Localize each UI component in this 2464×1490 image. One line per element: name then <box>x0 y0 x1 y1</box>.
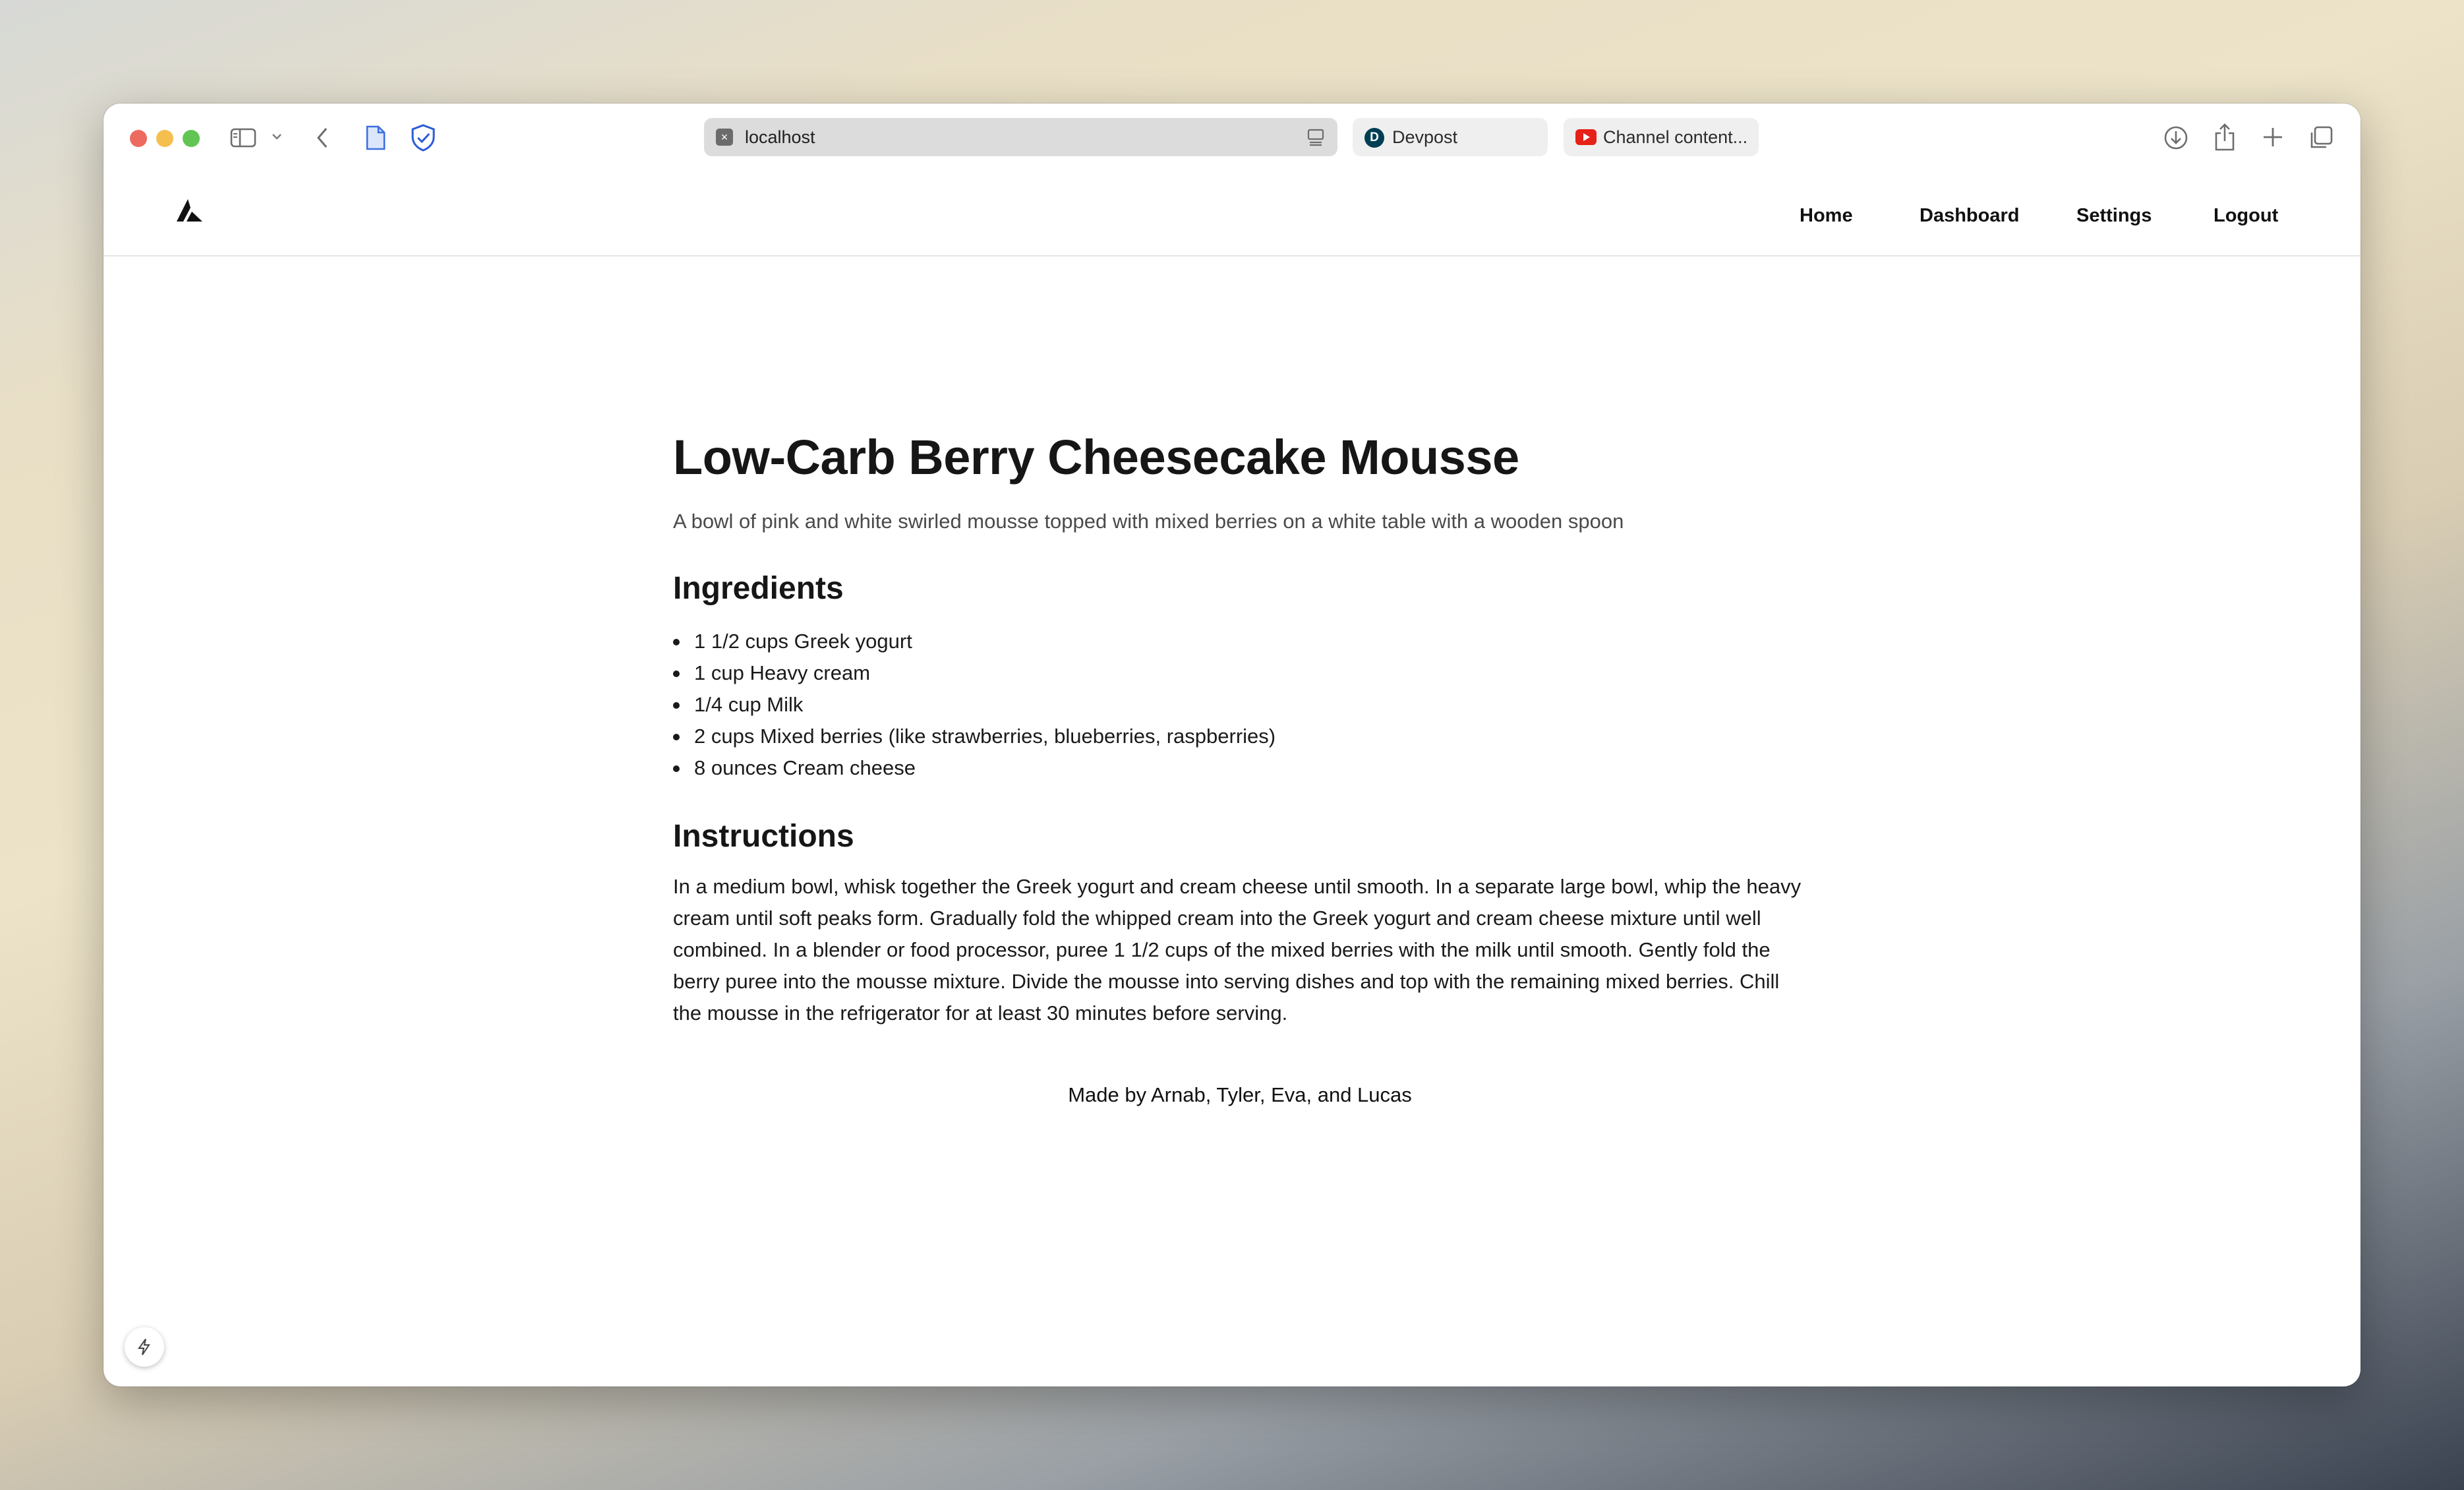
ingredient-text: 1/4 cup Milk <box>694 693 804 716</box>
bullet-icon <box>673 765 680 772</box>
ingredient-text: 1 1/2 cups Greek yogurt <box>694 630 912 653</box>
localhost-favicon-icon: × <box>716 129 733 146</box>
ingredients-heading: Ingredients <box>673 571 844 606</box>
privacy-shield-icon[interactable] <box>409 123 437 152</box>
nav-dashboard-link[interactable]: Dashboard <box>1920 205 2019 227</box>
maximize-window-button[interactable] <box>183 130 200 147</box>
tab-localhost[interactable]: × localhost <box>704 118 1337 156</box>
ingredient-item: 1/4 cup Milk <box>673 689 1276 721</box>
recipe-title: Low-Carb Berry Cheesecake Mousse <box>673 430 1519 485</box>
back-arrow-icon[interactable] <box>313 125 332 151</box>
youtube-favicon-icon <box>1575 129 1597 145</box>
tab-overview-icon[interactable] <box>2308 125 2334 151</box>
footer-credit: Made by Arnab, Tyler, Eva, and Lucas <box>1068 1083 1412 1106</box>
reader-mode-icon[interactable] <box>1306 127 1326 150</box>
browser-window: × localhost D Devpost Channel content... <box>103 104 2361 1386</box>
page-document-icon[interactable] <box>365 125 387 151</box>
sidebar-toggle-icon[interactable] <box>230 127 256 148</box>
ingredient-text: 2 cups Mixed berries (like strawberries,… <box>694 725 1276 748</box>
lightning-bolt-icon[interactable] <box>125 1327 164 1367</box>
chevron-down-icon[interactable] <box>270 131 284 142</box>
bullet-icon <box>673 702 680 709</box>
ingredient-item: 2 cups Mixed berries (like strawberries,… <box>673 721 1276 752</box>
minimize-window-button[interactable] <box>156 130 173 147</box>
site-navbar: Home Dashboard Settings Logout <box>103 173 2361 256</box>
instructions-heading: Instructions <box>673 819 854 854</box>
ingredient-item: 1 cup Heavy cream <box>673 657 1276 689</box>
ingredient-item: 1 1/2 cups Greek yogurt <box>673 626 1276 657</box>
browser-toolbar: × localhost D Devpost Channel content... <box>103 104 2361 173</box>
ingredients-list: 1 1/2 cups Greek yogurt 1 cup Heavy crea… <box>673 626 1276 784</box>
new-tab-plus-icon[interactable] <box>2260 125 2285 150</box>
bullet-icon <box>673 734 680 740</box>
share-icon[interactable] <box>2213 122 2237 152</box>
close-window-button[interactable] <box>130 130 147 147</box>
tab-channel-label: Channel content... <box>1603 127 1748 147</box>
tab-localhost-label: localhost <box>745 127 815 147</box>
ingredient-text: 8 ounces Cream cheese <box>694 756 916 779</box>
ingredient-item: 8 ounces Cream cheese <box>673 752 1276 784</box>
nav-settings-link[interactable]: Settings <box>2076 205 2152 227</box>
downloads-icon[interactable] <box>2163 125 2189 151</box>
nav-logout-link[interactable]: Logout <box>2214 205 2278 227</box>
tab-devpost[interactable]: D Devpost <box>1353 118 1548 156</box>
triangle-logo-icon[interactable] <box>175 197 204 227</box>
instructions-text: In a medium bowl, whisk together the Gre… <box>673 875 1802 1025</box>
recipe-image-alt-text: A bowl of pink and white swirled mousse … <box>673 510 1624 533</box>
tab-channel-content[interactable]: Channel content... <box>1564 118 1759 156</box>
devpost-favicon-icon: D <box>1364 128 1384 148</box>
bullet-icon <box>673 639 680 645</box>
ingredient-text: 1 cup Heavy cream <box>694 661 871 684</box>
tab-devpost-label: Devpost <box>1392 127 1458 147</box>
bullet-icon <box>673 670 680 677</box>
nav-home-link[interactable]: Home <box>1800 205 1853 227</box>
